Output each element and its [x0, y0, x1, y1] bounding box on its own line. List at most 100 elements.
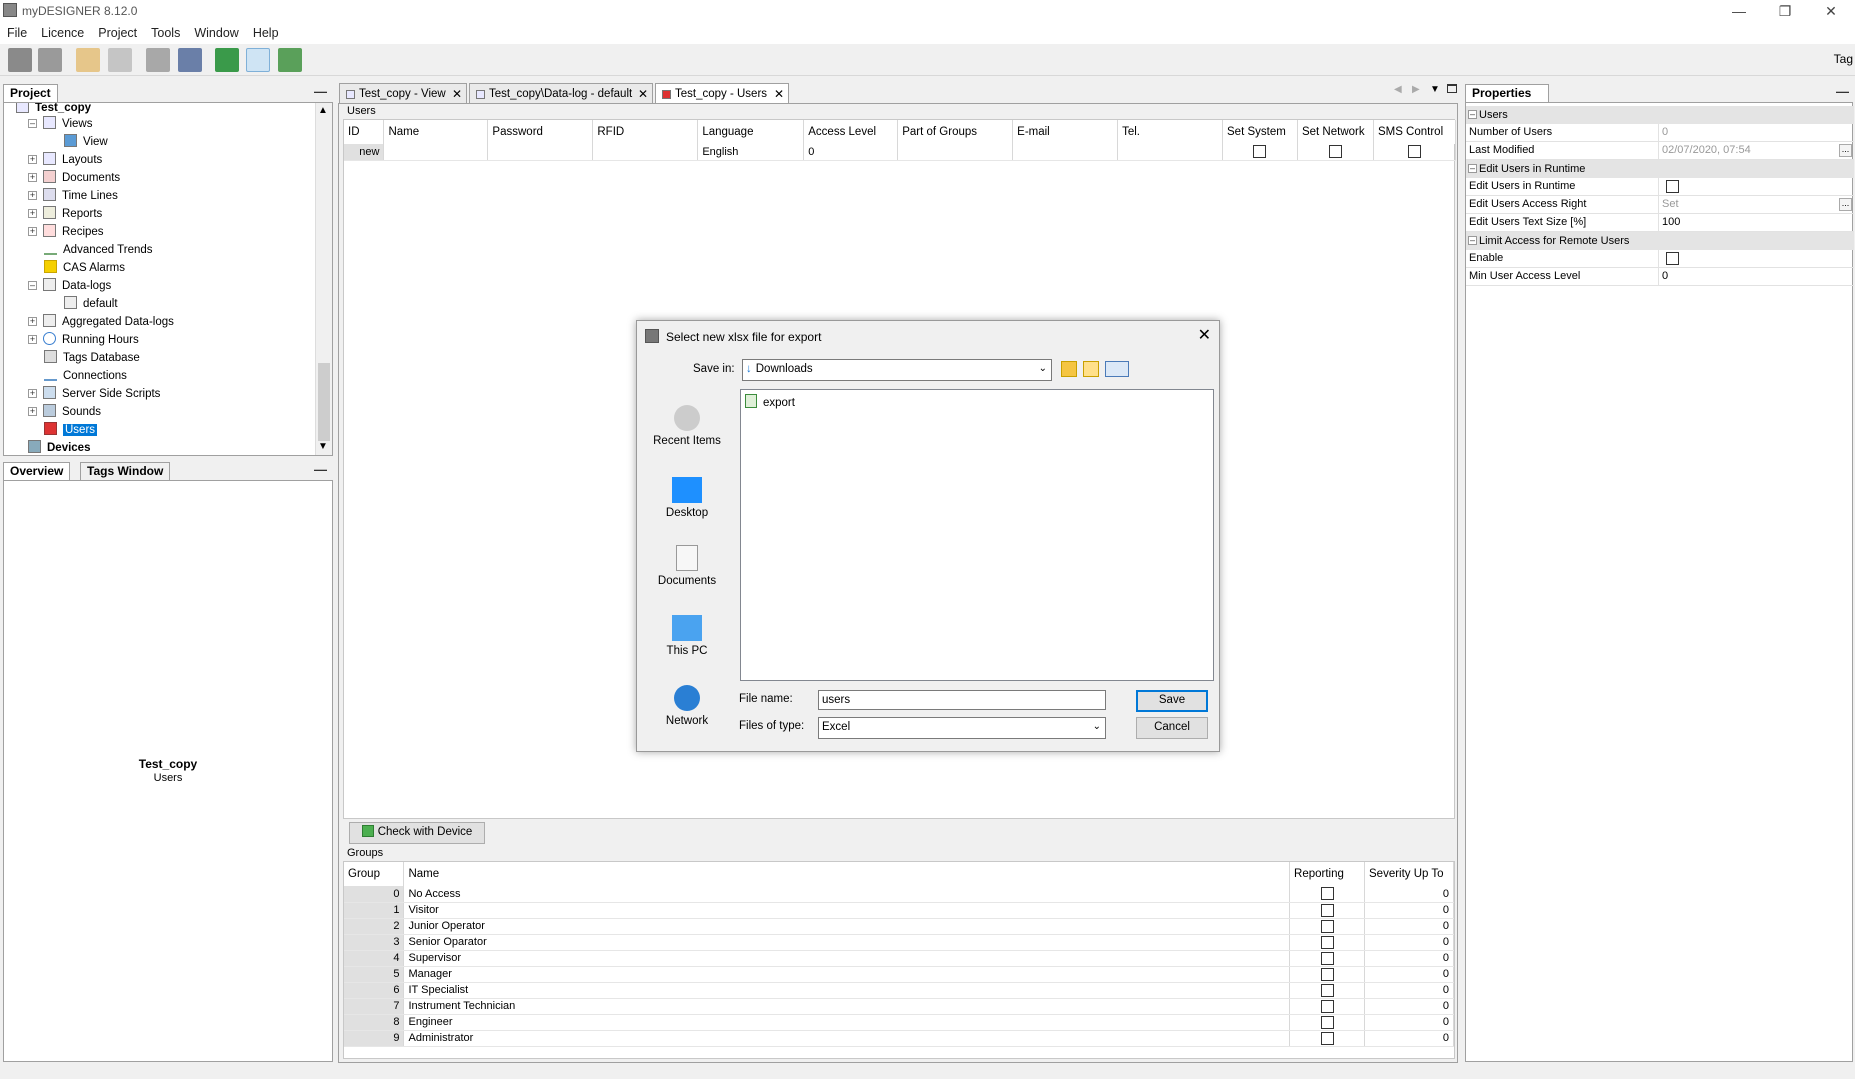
reporting-checkbox[interactable] — [1320, 999, 1334, 1013]
prop-edit-access[interactable]: Edit Users Access Right Set... — [1466, 196, 1854, 214]
menu-window[interactable]: Window — [187, 24, 245, 42]
sms-control-checkbox[interactable] — [1407, 145, 1421, 159]
file-name-input[interactable]: users — [818, 690, 1106, 710]
scroll-down-icon[interactable]: ▼ — [318, 441, 328, 452]
col-id[interactable]: ID — [344, 120, 385, 144]
cell-groups[interactable] — [897, 144, 1014, 161]
cell-rfid[interactable] — [592, 144, 699, 161]
ellipsis-button[interactable]: ... — [1839, 198, 1852, 211]
menu-project[interactable]: Project — [91, 24, 144, 42]
close-window-icon[interactable]: ✕ — [1808, 0, 1854, 24]
col-password[interactable]: Password — [487, 120, 594, 144]
maximize-editor-icon[interactable] — [1447, 84, 1457, 93]
ellipsis-button[interactable]: ... — [1839, 144, 1852, 157]
save-all-icon[interactable] — [38, 48, 62, 72]
table-row[interactable]: 1 Visitor 0 — [344, 902, 1454, 919]
minimize-panel-icon[interactable]: — — [1836, 84, 1849, 99]
tree-item-users[interactable]: Users — [44, 421, 98, 439]
close-tab-icon[interactable]: ✕ — [452, 84, 462, 104]
cell-access-level[interactable]: 0 — [803, 144, 899, 161]
tab-overview[interactable]: Overview — [3, 462, 71, 480]
tree-item-cas-alarms[interactable]: CAS Alarms — [44, 259, 125, 277]
minimize-icon[interactable]: — — [1716, 0, 1762, 24]
reporting-checkbox[interactable] — [1320, 983, 1334, 997]
tree-scrollbar[interactable]: ▲ ▼ — [315, 103, 332, 455]
table-row[interactable]: 4 Supervisor 0 — [344, 950, 1454, 967]
table-row[interactable]: 2 Junior Operator 0 — [344, 918, 1454, 935]
close-tab-icon[interactable]: ✕ — [638, 84, 648, 104]
tab-scroll-right-icon[interactable]: ▶ — [1412, 84, 1420, 95]
redo-icon[interactable] — [108, 48, 132, 72]
col-sms-control[interactable]: SMS Control — [1373, 120, 1457, 144]
tree-item-documents[interactable]: + Documents — [28, 169, 120, 187]
table-row[interactable]: 3 Senior Oparator 0 — [344, 934, 1454, 951]
tab-users[interactable]: Test_copy - Users ✕ — [655, 83, 789, 104]
tree-item-aggregated-data-logs[interactable]: + Aggregated Data-logs — [28, 313, 174, 331]
users-icon[interactable] — [215, 48, 239, 72]
menu-tools[interactable]: Tools — [144, 24, 187, 42]
tree-item-default[interactable]: default — [64, 295, 118, 313]
tree-item-sounds[interactable]: + Sounds — [28, 403, 101, 421]
tree-item-reports[interactable]: + Reports — [28, 205, 102, 223]
prop-last-modified[interactable]: Last Modified 02/07/2020, 07:54... — [1466, 142, 1854, 160]
cell-email[interactable] — [1012, 144, 1119, 161]
col-name[interactable]: Name — [383, 120, 489, 144]
tree-item-data-logs[interactable]: – Data-logs — [28, 277, 111, 295]
tree-item-view[interactable]: View — [64, 133, 108, 151]
col-reporting[interactable]: Reporting — [1289, 862, 1365, 886]
tab-data-log[interactable]: Test_copy\Data-log - default ✕ — [469, 83, 653, 104]
prop-cat-remote[interactable]: – Limit Access for Remote Users — [1466, 232, 1854, 250]
table-row[interactable]: 5 Manager 0 — [344, 966, 1454, 983]
tree-item-advanced-trends[interactable]: Advanced Trends — [44, 241, 153, 259]
cell-password[interactable] — [487, 144, 594, 161]
cell-tel[interactable] — [1117, 144, 1223, 161]
set-network-checkbox[interactable] — [1328, 145, 1342, 159]
tree-item-tags-database[interactable]: Tags Database — [44, 349, 140, 367]
paste-icon[interactable] — [178, 48, 202, 72]
place-this-pc[interactable]: This PC — [643, 615, 731, 657]
close-dialog-icon[interactable]: ✕ — [1198, 325, 1211, 345]
tab-list-icon[interactable]: ▼ — [1430, 84, 1440, 95]
prop-number-of-users[interactable]: Number of Users 0 — [1466, 124, 1854, 142]
tree-item-server-side-scripts[interactable]: + Server Side Scripts — [28, 385, 160, 403]
edit-runtime-checkbox[interactable] — [1666, 180, 1679, 193]
save-icon[interactable] — [8, 48, 32, 72]
minimize-panel-icon[interactable]: — — [314, 84, 327, 99]
enable-checkbox[interactable] — [1666, 252, 1679, 265]
save-button[interactable]: Save — [1136, 690, 1208, 712]
table-row[interactable]: 8 Engineer 0 — [344, 1014, 1454, 1031]
close-tab-icon[interactable]: ✕ — [774, 84, 784, 104]
import-icon[interactable] — [246, 48, 270, 72]
place-desktop[interactable]: Desktop — [643, 477, 731, 519]
tree-item-recipes[interactable]: + Recipes — [28, 223, 104, 241]
prop-cat-users[interactable]: – Users — [1466, 106, 1854, 124]
scroll-thumb[interactable] — [318, 363, 330, 441]
col-rfid[interactable]: RFID — [592, 120, 699, 144]
cancel-button[interactable]: Cancel — [1136, 717, 1208, 739]
tag-label[interactable]: Tag — [1834, 52, 1853, 66]
undo-icon[interactable] — [76, 48, 100, 72]
cell-name[interactable] — [383, 144, 489, 161]
prop-edit-runtime[interactable]: Edit Users in Runtime — [1466, 178, 1854, 196]
export-excel-icon[interactable] — [278, 48, 302, 72]
col-language[interactable]: Language — [697, 120, 805, 144]
file-item[interactable]: export — [745, 394, 795, 409]
col-group-name[interactable]: Name — [403, 862, 1291, 886]
menu-licence[interactable]: Licence — [34, 24, 91, 42]
place-recent-items[interactable]: Recent Items — [643, 405, 731, 447]
table-row[interactable]: 9 Administrator 0 — [344, 1030, 1454, 1047]
table-row-new[interactable]: new English 0 — [344, 144, 1457, 161]
scroll-up-icon[interactable]: ▲ — [318, 105, 328, 116]
table-row[interactable]: 6 IT Specialist 0 — [344, 982, 1454, 999]
col-part-of-groups[interactable]: Part of Groups — [897, 120, 1014, 144]
tree-item-time-lines[interactable]: + Time Lines — [28, 187, 118, 205]
reporting-checkbox[interactable] — [1320, 967, 1334, 981]
col-group[interactable]: Group — [344, 862, 405, 886]
col-set-network[interactable]: Set Network — [1297, 120, 1374, 144]
col-email[interactable]: E-mail — [1012, 120, 1119, 144]
prop-enable[interactable]: Enable — [1466, 250, 1854, 268]
tree-item-connections[interactable]: Connections — [44, 367, 127, 385]
cell-language[interactable]: English — [697, 144, 805, 161]
table-row[interactable]: 0 No Access 0 — [344, 886, 1454, 903]
col-severity[interactable]: Severity Up To — [1364, 862, 1454, 886]
